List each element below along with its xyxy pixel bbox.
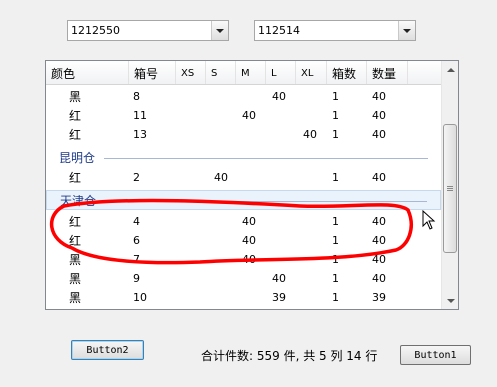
cell-boxes: 1 (332, 272, 339, 285)
cell-l: 39 (272, 291, 286, 304)
cell-box: 7 (133, 253, 140, 266)
cell-qty: 40 (372, 109, 386, 122)
button2[interactable]: Button2 (71, 340, 144, 360)
cell-boxes: 1 (332, 215, 339, 228)
cell-l: 40 (272, 90, 286, 103)
cell-box: 8 (133, 90, 140, 103)
group-label: 天津仓 (60, 194, 97, 208)
cell-color: 红 (69, 109, 82, 123)
cell-color: 黑 (69, 253, 82, 267)
cell-boxes: 1 (332, 253, 339, 266)
grid-header: 颜色 箱号 XS S M L XL 箱数 数量 (46, 61, 441, 85)
arrow-down-icon (446, 298, 455, 303)
table-row[interactable]: 红 2 40 1 40 (46, 168, 441, 188)
table-row[interactable]: 黑 9 40 1 40 (46, 269, 441, 289)
left-combo-dropdown-button[interactable] (211, 21, 228, 40)
group-label: 昆明仓 (59, 148, 99, 168)
table-row[interactable]: 红 13 40 1 40 (46, 125, 441, 145)
vertical-scrollbar[interactable] (441, 61, 458, 309)
cell-color: 黑 (69, 90, 82, 104)
cell-color: 红 (69, 171, 82, 185)
col-header-s[interactable]: S (206, 61, 236, 84)
cell-box: 6 (133, 234, 140, 247)
group-header-tianjin[interactable]: 天津仓 (46, 190, 441, 210)
cell-xl: 40 (303, 128, 317, 141)
packing-grid[interactable]: 颜色 箱号 XS S M L XL 箱数 数量 黑 8 40 1 40 红 11 40 1 40 红… (45, 60, 459, 310)
cell-m: 40 (242, 109, 256, 122)
col-header-boxes[interactable]: 箱数 (327, 61, 367, 84)
left-combo[interactable]: 1212550 (67, 20, 229, 41)
cell-boxes: 1 (332, 234, 339, 247)
cell-qty: 40 (372, 171, 386, 184)
cell-boxes: 1 (332, 90, 339, 103)
right-combo-dropdown-button[interactable] (398, 21, 415, 40)
group-divider (105, 201, 427, 202)
table-row[interactable]: 黑 7 40 1 40 (46, 250, 441, 270)
right-combo[interactable]: 112514 (254, 20, 416, 41)
cell-color: 红 (69, 234, 82, 248)
cell-box: 10 (133, 291, 147, 304)
cell-qty: 40 (372, 253, 386, 266)
table-row[interactable]: 红 6 40 1 40 (46, 231, 441, 251)
cell-box: 13 (133, 128, 147, 141)
group-divider (104, 158, 428, 159)
cell-boxes: 1 (332, 171, 339, 184)
right-combo-value: 112514 (258, 24, 300, 37)
cell-qty: 39 (372, 291, 386, 304)
cell-m: 40 (242, 234, 256, 247)
cell-box: 2 (133, 171, 140, 184)
cell-color: 红 (69, 215, 82, 229)
cell-color: 红 (69, 128, 82, 142)
col-header-xl[interactable]: XL (296, 61, 327, 84)
cell-box: 4 (133, 215, 140, 228)
group-header-kunming[interactable]: 昆明仓 (46, 148, 441, 168)
cell-l: 40 (272, 272, 286, 285)
scroll-down-button[interactable] (442, 292, 458, 309)
cell-boxes: 1 (332, 109, 339, 122)
table-row[interactable]: 红 11 40 1 40 (46, 106, 441, 126)
scroll-up-button[interactable] (442, 61, 458, 78)
chevron-down-icon (403, 28, 411, 33)
cell-s: 40 (214, 171, 228, 184)
cell-m: 40 (242, 215, 256, 228)
chevron-down-icon (216, 28, 224, 33)
col-header-box-no[interactable]: 箱号 (129, 61, 176, 84)
cell-m: 40 (242, 253, 256, 266)
cell-box: 11 (133, 109, 147, 122)
cell-color: 黑 (69, 291, 82, 305)
left-combo-value: 1212550 (71, 24, 120, 37)
scrollbar-thumb[interactable] (443, 124, 457, 253)
arrow-up-icon (446, 67, 455, 72)
grip-icon (447, 185, 453, 192)
col-header-l[interactable]: L (266, 61, 296, 84)
cell-qty: 40 (372, 90, 386, 103)
cell-color: 黑 (69, 272, 82, 286)
col-header-qty[interactable]: 数量 (367, 61, 408, 84)
col-header-m[interactable]: M (236, 61, 266, 84)
cell-qty: 40 (372, 272, 386, 285)
status-summary: 合计件数: 559 件, 共 5 列 14 行 (201, 349, 378, 363)
cell-box: 9 (133, 272, 140, 285)
button1[interactable]: Button1 (400, 345, 471, 365)
cell-qty: 40 (372, 215, 386, 228)
table-row[interactable]: 黑 8 40 1 40 (46, 87, 441, 107)
col-header-color[interactable]: 颜色 (46, 61, 129, 84)
cell-qty: 40 (372, 234, 386, 247)
col-header-xs[interactable]: XS (176, 61, 206, 84)
cell-boxes: 1 (332, 291, 339, 304)
table-row[interactable]: 红 4 40 1 40 (46, 212, 441, 232)
table-row[interactable]: 黑 10 39 1 39 (46, 288, 441, 308)
cell-boxes: 1 (332, 128, 339, 141)
cell-qty: 40 (372, 128, 386, 141)
